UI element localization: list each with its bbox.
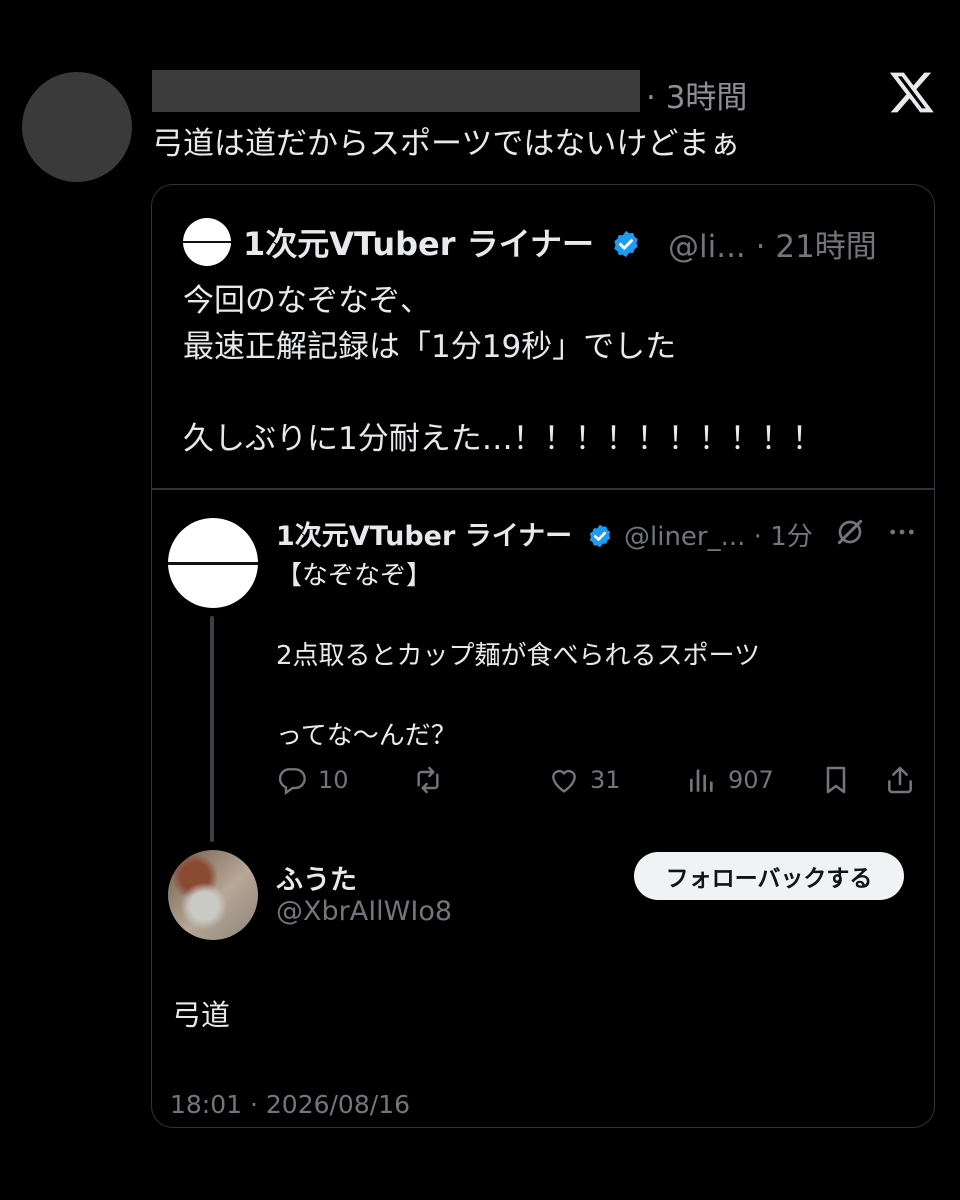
- retweet-icon: [417, 766, 439, 794]
- divider: [152, 488, 934, 490]
- views-action[interactable]: 907: [686, 762, 774, 798]
- quote-avatar[interactable]: [183, 218, 231, 266]
- reply-icon: [278, 768, 306, 795]
- reply-author-label: 1次元VTuber ライナー: [276, 521, 573, 552]
- more-icon[interactable]: [886, 516, 918, 548]
- follower-reply-text: 弓道: [172, 998, 231, 1032]
- follow-back-button[interactable]: フォローバックする: [634, 852, 904, 900]
- reply-action[interactable]: 10: [276, 762, 349, 798]
- reply-handle-time: @liner_... · 1分: [624, 522, 813, 552]
- verified-badge-icon: [589, 524, 610, 548]
- x-logo-icon[interactable]: [888, 68, 936, 116]
- reply-avatar[interactable]: [168, 518, 258, 608]
- bookmark-action[interactable]: [820, 762, 852, 798]
- avatar[interactable]: [22, 72, 132, 182]
- quote-body: 今回のなぞなぞ、 最速正解記録は「1分19秒」でした 久しぶりに1分耐えた…！！…: [183, 283, 823, 457]
- post-text: 弓道は道だからスポーツではないけどまぁ: [152, 126, 741, 162]
- quote-author-name[interactable]: 1次元VTuber ライナー: [243, 219, 641, 265]
- like-action[interactable]: 31: [548, 762, 621, 798]
- bookmark-icon: [826, 766, 846, 794]
- follower-name[interactable]: ふうた: [276, 858, 357, 897]
- reply-count: 10: [318, 766, 349, 794]
- grok-icon[interactable]: [834, 516, 866, 548]
- verified-badge-icon: [614, 230, 638, 258]
- thread-line: [210, 616, 214, 842]
- share-icon: [888, 766, 912, 794]
- quote-handle-time: @li... · 21時間: [668, 229, 877, 265]
- views-count: 907: [728, 766, 774, 794]
- timestamp: 18:01 · 2026/08/16: [170, 1090, 410, 1119]
- reply-body: 【なぞなぞ】 2点取るとカップ麺が食べられるスポーツ ってな〜んだ？: [276, 561, 761, 751]
- like-icon: [552, 769, 576, 793]
- like-count: 31: [590, 766, 621, 794]
- retweet-action[interactable]: [412, 762, 454, 798]
- post-time: · 3時間: [646, 80, 748, 116]
- redacted-username: [152, 70, 640, 112]
- reply-author-name[interactable]: 1次元VTuber ライナー: [276, 514, 613, 553]
- views-icon: [690, 769, 713, 792]
- follower-handle[interactable]: @XbrAIlWIo8: [276, 896, 452, 927]
- quote-author-label: 1次元VTuber ライナー: [243, 225, 595, 263]
- share-action[interactable]: [884, 762, 916, 798]
- follower-avatar[interactable]: [168, 850, 258, 940]
